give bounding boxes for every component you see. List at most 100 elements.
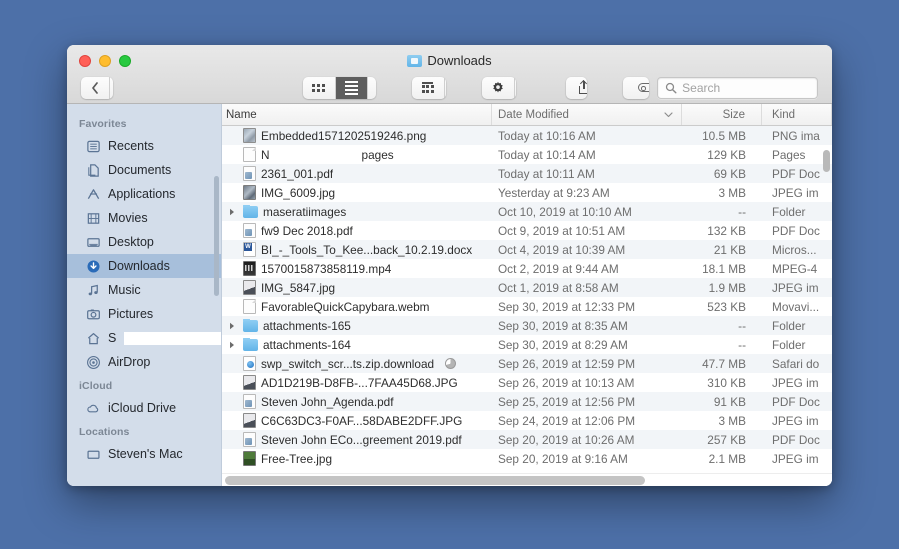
vertical-scrollbar[interactable] <box>823 150 830 172</box>
pdf-file-icon <box>243 394 256 409</box>
search-field[interactable] <box>657 77 818 99</box>
icon-view-button[interactable] <box>303 77 335 99</box>
table-row[interactable]: AD1D219B-D8FB-...7FAA45D68.JPGSep 26, 20… <box>222 373 832 392</box>
cell-name: attachments-164 <box>222 338 492 352</box>
cell-name: 1570015873858119.mp4 <box>222 261 492 276</box>
navigation-buttons <box>81 77 113 99</box>
sidebar-item-applications[interactable]: Applications <box>67 182 221 206</box>
column-header-size[interactable]: Size <box>682 104 762 125</box>
table-row[interactable]: 1570015873858119.mp4Oct 2, 2019 at 9:44 … <box>222 259 832 278</box>
downloads-icon <box>85 258 101 274</box>
redaction-overlay <box>279 148 353 161</box>
home-icon <box>85 330 101 346</box>
cell-date-modified: Oct 10, 2019 at 10:10 AM <box>492 205 682 219</box>
cell-size: 1.9 MB <box>682 281 762 295</box>
table-row[interactable]: Embedded1571202519246.pngToday at 10:16 … <box>222 126 832 145</box>
sidebar-item-label: Downloads <box>108 259 170 273</box>
file-name-label: attachments-165 <box>263 319 351 333</box>
cell-size: 3 MB <box>682 414 762 428</box>
sidebar-item-steven-s-mac[interactable]: Steven's Mac <box>67 442 221 466</box>
column-header-date-label: Date Modified <box>498 109 569 121</box>
sidebar-item-label: Pictures <box>108 307 153 321</box>
table-row[interactable]: attachments-164Sep 30, 2019 at 8:29 AM--… <box>222 335 832 354</box>
chevron-left-icon <box>91 82 99 94</box>
cell-name: Free-Tree.jpg <box>222 451 492 466</box>
group-by-button[interactable] <box>412 77 446 99</box>
group-by-icon-button[interactable] <box>412 77 444 99</box>
table-row[interactable]: attachments-165Sep 30, 2019 at 8:35 AM--… <box>222 316 832 335</box>
table-row[interactable]: C6C63DC3-F0AF...58DABE2DFF.JPGSep 24, 20… <box>222 411 832 430</box>
cell-kind: PDF Doc <box>762 167 832 181</box>
back-button[interactable] <box>81 77 109 99</box>
sidebar-scrollbar[interactable] <box>214 176 219 296</box>
table-row[interactable]: fw9 Dec 2018.pdfOct 9, 2019 at 10:51 AM1… <box>222 221 832 240</box>
folder-icon <box>243 206 258 218</box>
documents-icon <box>85 162 101 178</box>
share-button[interactable] <box>566 77 587 99</box>
pages-file-icon <box>243 147 256 162</box>
disclosure-triangle-icon[interactable] <box>226 322 238 330</box>
sidebar-item-documents[interactable]: Documents <box>67 158 221 182</box>
file-name-label: IMG_5847.jpg <box>261 281 335 295</box>
table-row[interactable]: FavorableQuickCapybara.webmSep 30, 2019 … <box>222 297 832 316</box>
table-row[interactable]: NpagesToday at 10:14 AM129 KBPages <box>222 145 832 164</box>
table-row[interactable]: 2361_001.pdfToday at 10:11 AM69 KBPDF Do… <box>222 164 832 183</box>
cell-date-modified: Yesterday at 9:23 AM <box>492 186 682 200</box>
sidebar-item-movies[interactable]: Movies <box>67 206 221 230</box>
cell-kind: Folder <box>762 319 832 333</box>
table-row[interactable]: IMG_6009.jpgYesterday at 9:23 AM3 MBJPEG… <box>222 183 832 202</box>
table-row[interactable]: Steven John_Agenda.pdfSep 25, 2019 at 12… <box>222 392 832 411</box>
forward-button[interactable] <box>109 77 113 99</box>
generic-file-icon <box>243 299 256 314</box>
cell-date-modified: Sep 20, 2019 at 10:26 AM <box>492 433 682 447</box>
cell-name: 2361_001.pdf <box>222 166 492 181</box>
column-header-name[interactable]: Name <box>222 104 492 125</box>
sort-descending-icon <box>664 112 673 118</box>
list-view-button[interactable] <box>335 77 367 99</box>
file-name-label: 2361_001.pdf <box>261 167 333 181</box>
column-header-kind[interactable]: Kind <box>762 104 832 125</box>
cell-size: 69 KB <box>682 167 762 181</box>
window-body: FavoritesRecentsDocumentsApplicationsMov… <box>67 104 832 486</box>
clock-recents-icon <box>85 138 101 154</box>
cell-date-modified: Sep 26, 2019 at 12:59 PM <box>492 357 682 371</box>
tag-button[interactable] <box>623 77 649 99</box>
sidebar-item-s[interactable]: S <box>67 326 221 350</box>
sidebar-item-desktop[interactable]: Desktop <box>67 230 221 254</box>
search-input[interactable] <box>682 81 810 95</box>
sidebar-item-icloud-drive[interactable]: iCloud Drive <box>67 396 221 420</box>
sidebar-item-label: Desktop <box>108 235 154 249</box>
table-row[interactable]: Steven John ECo...greement 2019.pdfSep 2… <box>222 430 832 449</box>
sidebar-item-label: Music <box>108 283 141 297</box>
column-header-date[interactable]: Date Modified <box>492 104 682 125</box>
column-view-button[interactable] <box>367 77 376 99</box>
table-row[interactable]: maseratiimagesOct 10, 2019 at 10:10 AM--… <box>222 202 832 221</box>
cell-size: -- <box>682 205 762 219</box>
sidebar-item-music[interactable]: Music <box>67 278 221 302</box>
sidebar-item-recents[interactable]: Recents <box>67 134 221 158</box>
action-gear-button[interactable] <box>482 77 514 99</box>
sidebar-item-label: Recents <box>108 139 154 153</box>
group-by-dropdown[interactable] <box>444 77 446 99</box>
table-row[interactable]: BI_-_Tools_To_Kee...back_10.2.19.docxOct… <box>222 240 832 259</box>
sidebar-item-airdrop[interactable]: AirDrop <box>67 350 221 374</box>
disclosure-triangle-icon[interactable] <box>226 341 238 349</box>
sidebar-item-pictures[interactable]: Pictures <box>67 302 221 326</box>
file-name-label: IMG_6009.jpg <box>261 186 335 200</box>
action-dropdown[interactable] <box>514 77 516 99</box>
cloud-icon <box>85 400 101 416</box>
cell-name: IMG_5847.jpg <box>222 280 492 295</box>
cell-kind: JPEG im <box>762 414 832 428</box>
horizontal-scrollbar-thumb[interactable] <box>225 476 645 485</box>
table-row[interactable]: swp_switch_scr...ts.zip.downloadSep 26, … <box>222 354 832 373</box>
sidebar-item-label: S <box>108 331 116 345</box>
table-row[interactable]: Free-Tree.jpgSep 20, 2019 at 9:16 AM2.1 … <box>222 449 832 468</box>
sidebar-item-label: iCloud Drive <box>108 401 176 415</box>
cell-kind: PDF Doc <box>762 224 832 238</box>
table-row[interactable]: IMG_5847.jpgOct 1, 2019 at 8:58 AM1.9 MB… <box>222 278 832 297</box>
column-header-name-label: Name <box>226 109 257 121</box>
horizontal-scrollbar-track[interactable] <box>222 473 832 486</box>
disclosure-triangle-icon[interactable] <box>226 208 238 216</box>
sidebar-item-downloads[interactable]: Downloads <box>67 254 221 278</box>
action-menu-button[interactable] <box>482 77 516 99</box>
